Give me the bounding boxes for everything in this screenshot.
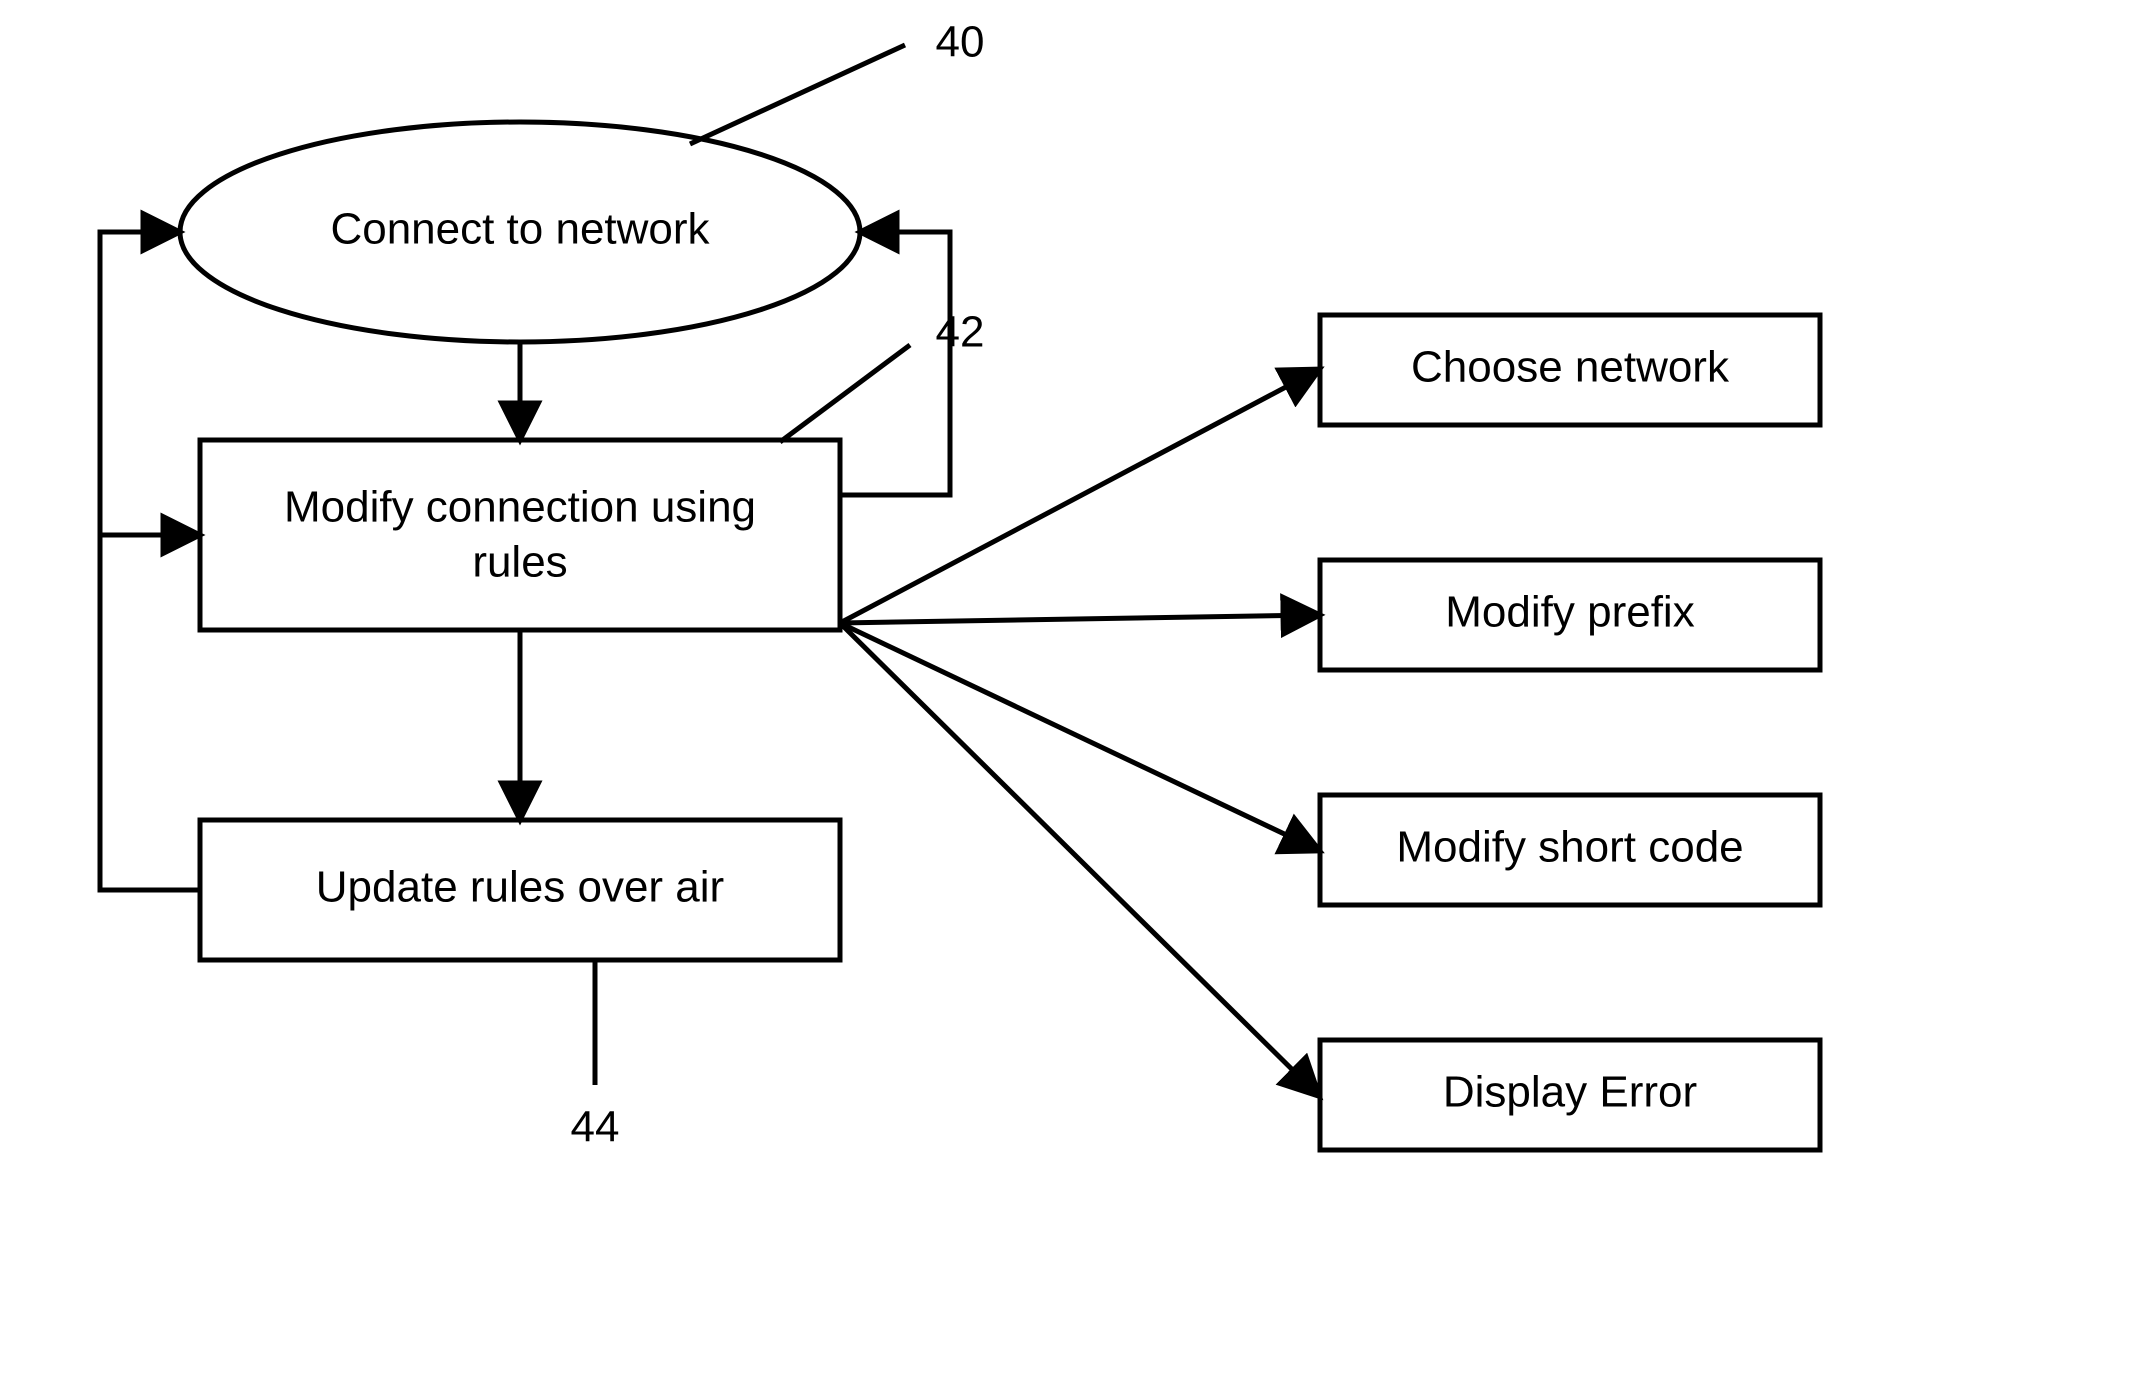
- arrow-update-back-to-connect-left: [100, 232, 200, 890]
- arrow-modify-to-error: [840, 623, 1318, 1095]
- arrow-modify-to-prefix: [840, 615, 1318, 623]
- ref-line-40: [690, 45, 905, 144]
- flowchart-diagram: Connect to network 40 Modify connection …: [0, 0, 2148, 1396]
- node-error-label: Display Error: [1443, 1068, 1697, 1117]
- arrow-modify-back-to-connect-right: [840, 232, 950, 495]
- node-modify-label-line1: Modify connection using: [284, 483, 756, 532]
- ref-line-42: [780, 345, 910, 442]
- node-modify-label-line2: rules: [472, 538, 567, 587]
- arrow-modify-to-shortcode: [840, 623, 1318, 850]
- ref-label-44: 44: [571, 1103, 620, 1152]
- ref-label-40: 40: [936, 18, 985, 67]
- node-update-label: Update rules over air: [316, 863, 724, 912]
- node-connect-label: Connect to network: [330, 205, 710, 254]
- ref-label-42: 42: [936, 308, 985, 357]
- node-shortcode-label: Modify short code: [1396, 823, 1743, 872]
- node-choose-label: Choose network: [1411, 343, 1730, 392]
- node-prefix-label: Modify prefix: [1445, 588, 1694, 637]
- node-modify-connection: [200, 440, 840, 630]
